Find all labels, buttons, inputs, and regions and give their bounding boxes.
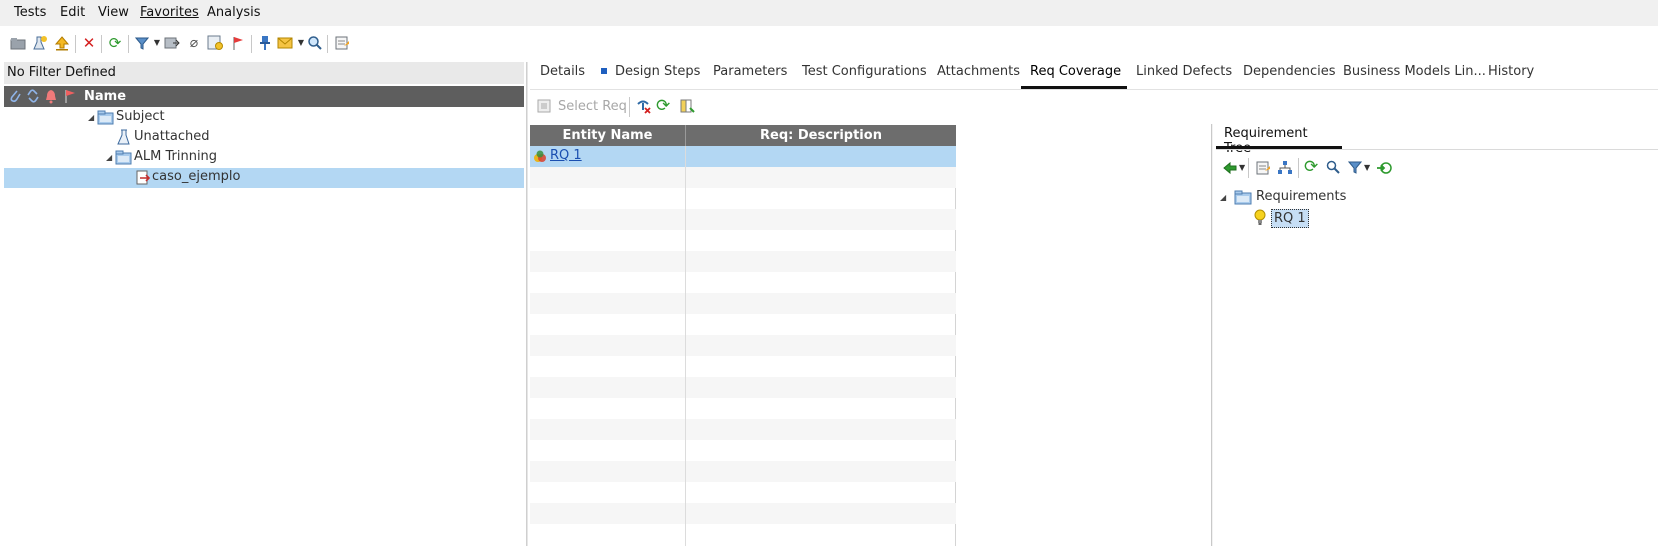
tab-test-configurations[interactable]: Test Configurations <box>802 64 927 79</box>
tab-design-steps[interactable]: Design Steps <box>615 64 700 79</box>
entity-name-column-header[interactable]: Entity Name <box>530 125 685 146</box>
tab-parameters[interactable]: Parameters <box>713 64 787 79</box>
tree-node-subject[interactable]: ◢ Subject <box>4 108 524 128</box>
refresh-tree-icon[interactable]: ⟳ <box>1304 157 1318 177</box>
refresh-coverage-icon[interactable]: ⟳ <box>656 96 670 116</box>
tab-divider <box>1216 149 1658 150</box>
expand-all-icon[interactable] <box>1376 160 1392 180</box>
attachment-column-icon[interactable] <box>8 88 22 108</box>
new-test-icon[interactable] <box>31 34 49 52</box>
tree-node-label: Subject <box>116 109 165 124</box>
tree-node-caso-ejemplo[interactable]: caso_ejemplo <box>4 168 524 188</box>
requirement-pane-splitter[interactable] <box>1211 124 1213 546</box>
refresh-icon[interactable]: ⟳ <box>106 34 124 52</box>
back-arrow-icon[interactable] <box>1222 160 1238 180</box>
menu-view[interactable]: View <box>98 5 129 20</box>
tab-details[interactable]: Details <box>540 64 585 79</box>
filter-status-bar: No Filter Defined <box>4 62 524 84</box>
tree-node-label: ALM Trinning <box>134 149 218 164</box>
select-columns-icon[interactable] <box>206 34 224 52</box>
select-req-button[interactable]: Select Req <box>558 99 627 114</box>
pane-splitter[interactable] <box>526 62 528 546</box>
flag-column-icon[interactable] <box>63 88 77 108</box>
find-requirement-icon[interactable] <box>1326 160 1340 178</box>
requirement-bulb-icon <box>1253 209 1267 230</box>
name-column-header[interactable]: Name <box>84 89 126 104</box>
back-dropdown-icon[interactable]: ▼ <box>1239 163 1245 172</box>
menu-analysis[interactable]: Analysis <box>207 5 261 20</box>
coverage-grid: Entity Name Req: Description RQ 1 <box>530 125 956 546</box>
find-icon[interactable] <box>306 34 324 52</box>
folder-icon <box>1234 190 1252 209</box>
tree-node-label: Unattached <box>134 129 210 144</box>
move-up-icon[interactable] <box>53 34 71 52</box>
expand-arrow-icon[interactable]: ◢ <box>106 153 112 162</box>
tab-divider <box>530 89 1658 90</box>
expand-arrow-icon[interactable]: ◢ <box>88 113 94 122</box>
select-columns-icon[interactable] <box>679 98 695 118</box>
menu-edit[interactable]: Edit <box>60 5 85 20</box>
go-to-requirement-icon[interactable] <box>1277 160 1293 180</box>
tab-attachments[interactable]: Attachments <box>937 64 1020 79</box>
req-description-column-header[interactable]: Req: Description <box>686 125 956 146</box>
select-req-icon[interactable] <box>536 98 552 118</box>
filter-dropdown-icon[interactable]: ▼ <box>1364 163 1370 172</box>
requirement-node-rq1[interactable]: RQ 1 <box>1271 209 1309 228</box>
menu-favorites[interactable]: Favorites <box>140 5 199 20</box>
pin-icon[interactable] <box>256 34 274 52</box>
tab-dependencies[interactable]: Dependencies <box>1243 64 1336 79</box>
toolbar-separator <box>1248 158 1249 178</box>
toolbar-separator <box>629 97 630 117</box>
unattached-icon <box>116 129 132 150</box>
main-toolbar: ✕ ⟳ ▼ ⌀ ▼ <box>0 30 525 58</box>
delete-icon[interactable]: ✕ <box>80 34 98 52</box>
menu-bar: Tests Edit View Favorites Analysis <box>0 0 1658 26</box>
tab-history[interactable]: History <box>1488 64 1534 79</box>
folder-icon <box>97 110 114 129</box>
table-row[interactable]: RQ 1 <box>530 146 956 167</box>
remove-coverage-icon[interactable] <box>636 98 652 118</box>
menu-tests[interactable]: Tests <box>14 5 46 20</box>
tree-node-unattached[interactable]: Unattached <box>4 128 524 148</box>
flag-icon[interactable] <box>229 34 247 52</box>
tab-req-coverage[interactable]: Req Coverage <box>1030 64 1121 79</box>
design-steps-marker-icon <box>601 68 607 74</box>
folder-icon <box>115 150 132 169</box>
requirement-details-icon[interactable] <box>1255 160 1271 180</box>
requirements-root-node[interactable]: Requirements <box>1256 189 1346 204</box>
link-column-icon[interactable] <box>26 88 40 108</box>
tab-linked-defects[interactable]: Linked Defects <box>1136 64 1232 79</box>
expand-arrow-icon[interactable]: ◢ <box>1220 193 1226 202</box>
requirement-link[interactable]: RQ 1 <box>550 148 582 163</box>
filter-requirements-icon[interactable] <box>1347 160 1363 178</box>
comments-icon[interactable] <box>333 34 351 52</box>
go-to-icon[interactable] <box>163 34 181 52</box>
test-icon <box>135 170 151 190</box>
tab-business-models-linkage[interactable]: Business Models Lin... <box>1343 64 1486 79</box>
requirement-type-icon <box>533 149 547 167</box>
tree-node-label: caso_ejemplo <box>152 169 241 184</box>
tree-header: Name <box>4 86 524 107</box>
new-folder-icon[interactable] <box>9 34 27 52</box>
attachment-icon[interactable]: ⌀ <box>185 34 203 52</box>
tree-node-alm-trinning[interactable]: ◢ ALM Trinning <box>4 148 524 168</box>
alert-column-icon[interactable] <box>44 88 58 108</box>
toolbar-separator <box>1298 158 1299 178</box>
